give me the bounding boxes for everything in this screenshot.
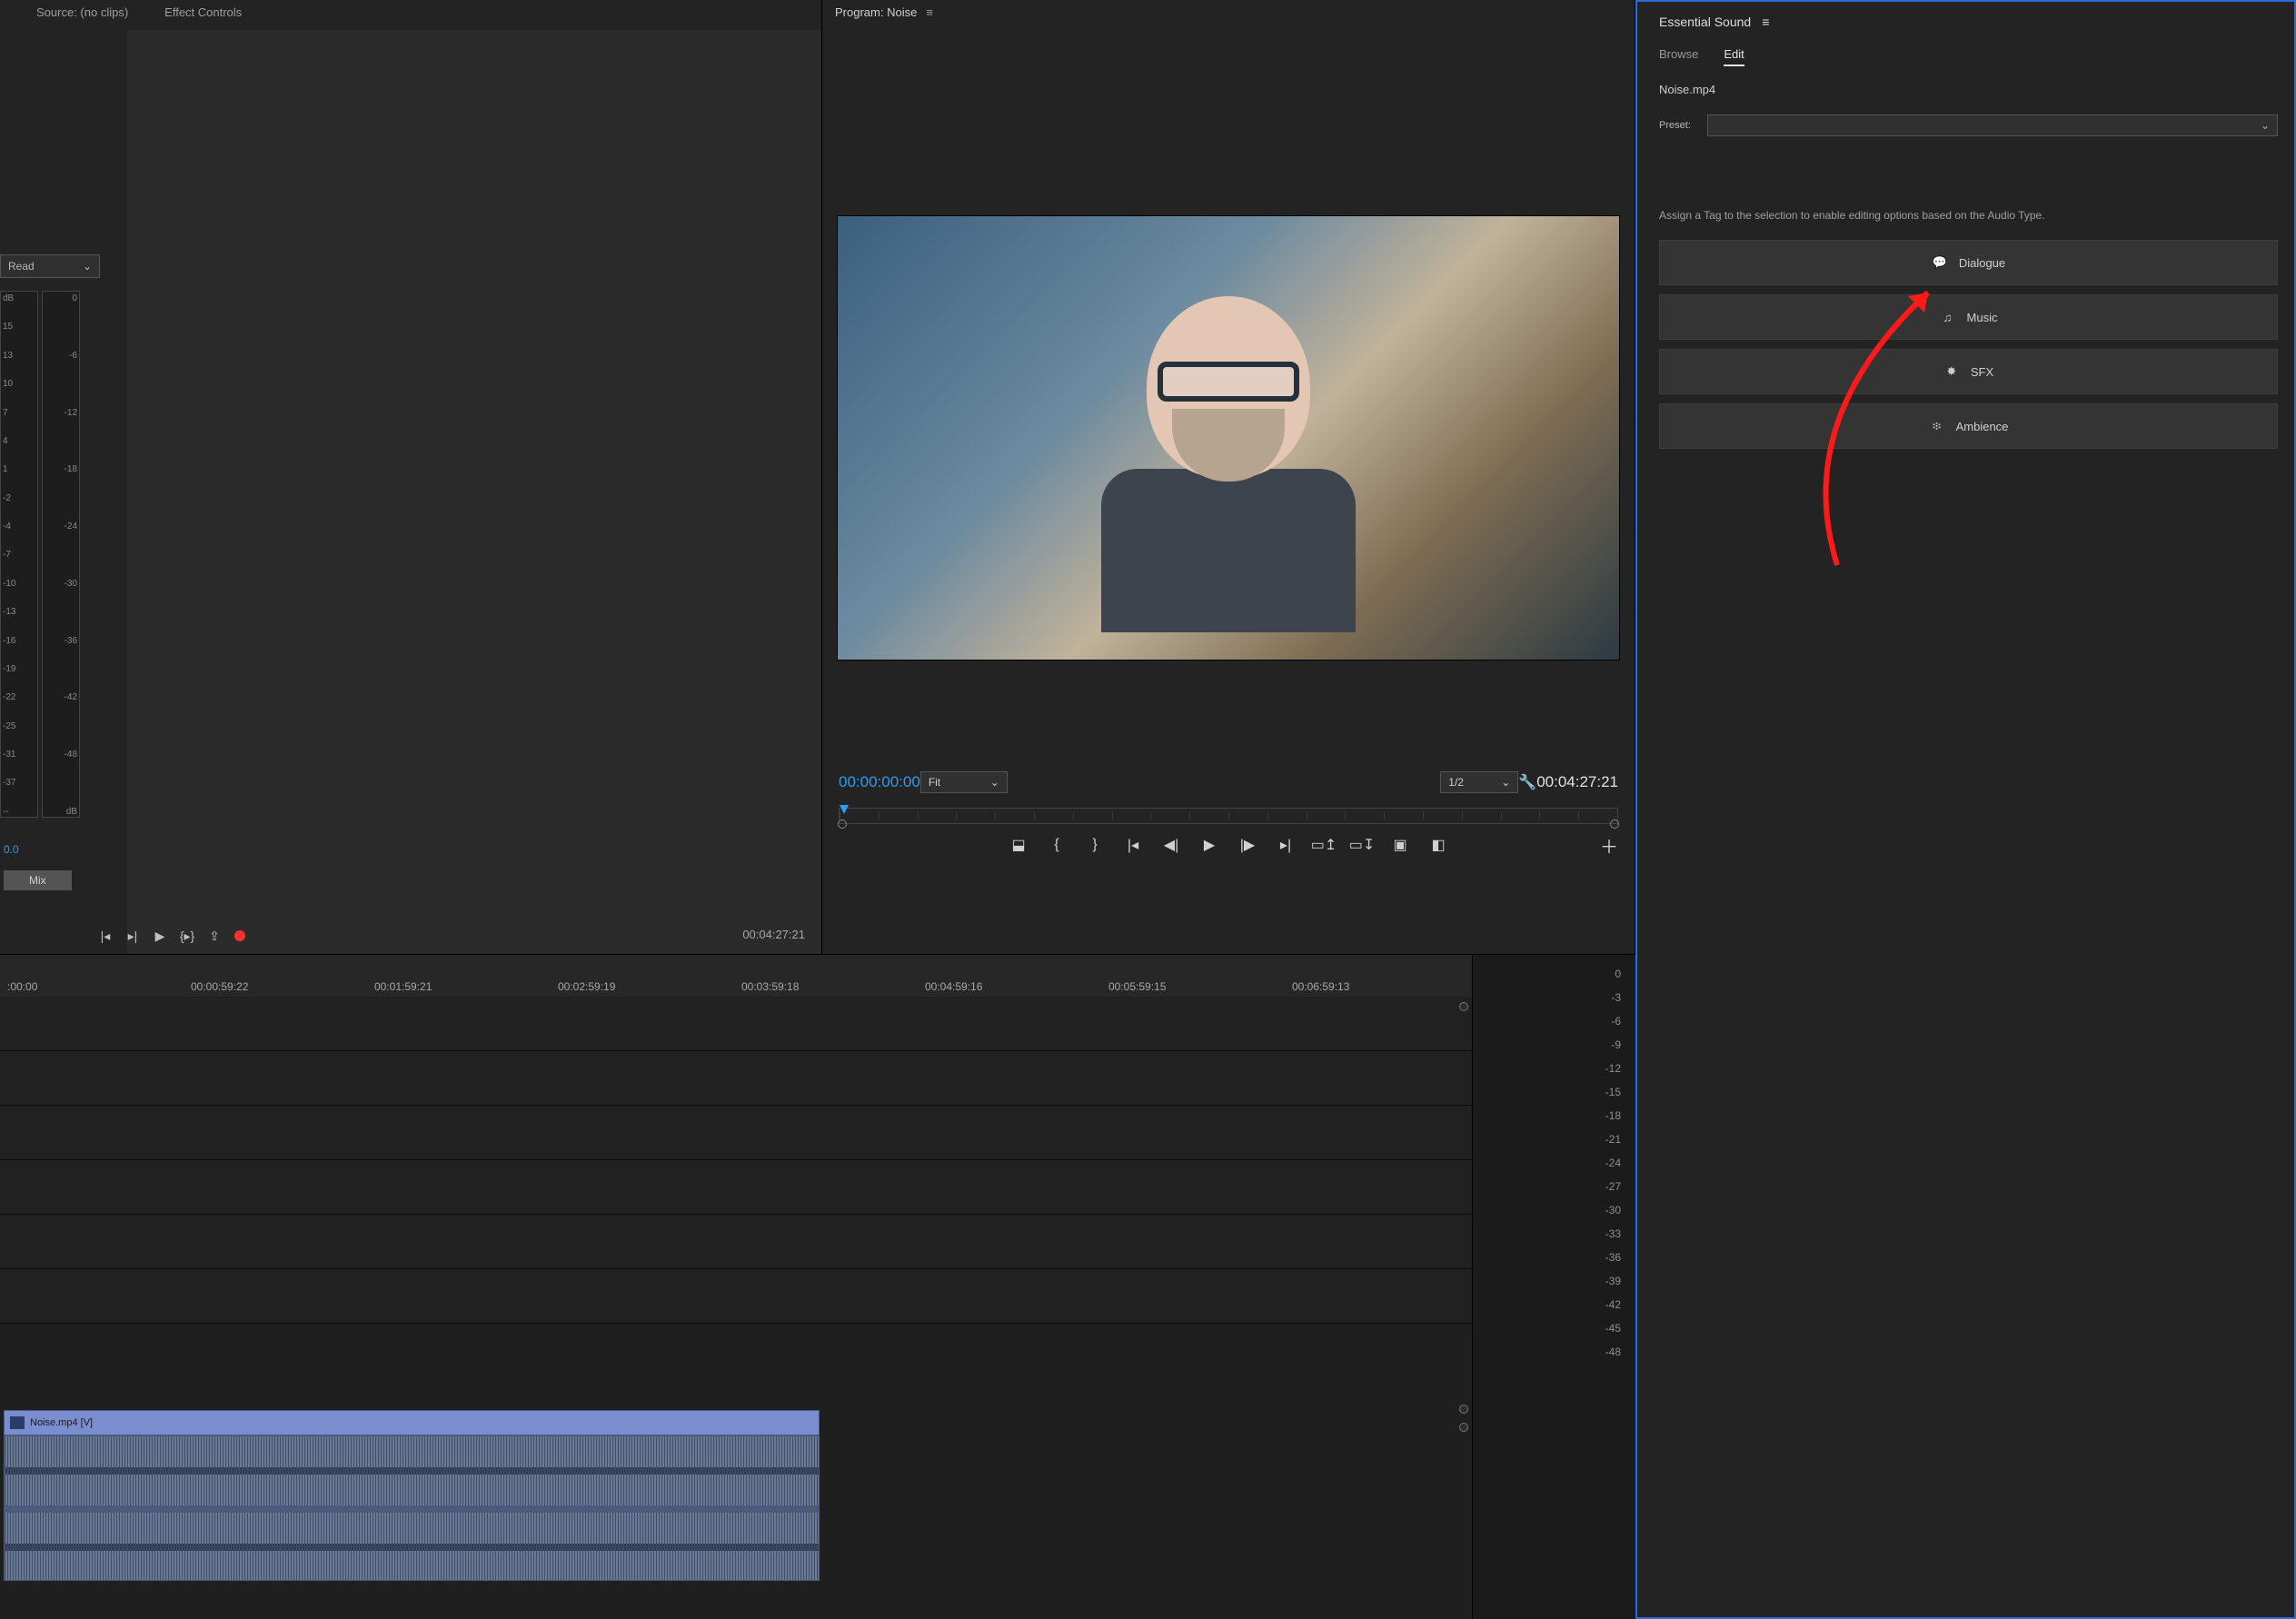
audio-clip[interactable] bbox=[4, 1435, 820, 1581]
track-toggle-icon[interactable] bbox=[1459, 1405, 1468, 1414]
marker-in-icon[interactable]: ⬓ bbox=[1010, 837, 1027, 853]
ruler-tick-label: 00:06:59:13 bbox=[1292, 980, 1349, 993]
step-back-icon[interactable]: ◀| bbox=[1163, 837, 1179, 853]
ruler-tick-label: 00:04:59:16 bbox=[925, 980, 982, 993]
timeline-tracks[interactable]: Noise.mp4 [V] bbox=[0, 997, 1472, 1619]
play-icon[interactable]: ▶ bbox=[153, 929, 167, 943]
timeline-main: :00:00 00:00:59:22 00:01:59:21 00:02:59:19 0… bbox=[0, 955, 1472, 1619]
essential-sound-title: Essential Sound bbox=[1659, 15, 1751, 29]
zoom-fit-dropdown[interactable]: Fit ⌄ bbox=[920, 771, 1008, 793]
compare-icon[interactable]: ◧ bbox=[1430, 837, 1446, 853]
video-frame-content bbox=[1092, 296, 1365, 632]
source-monitor-body bbox=[127, 30, 821, 954]
tab-source[interactable]: Source: (no clips) bbox=[36, 5, 128, 19]
tag-ambience-label: Ambience bbox=[1956, 420, 2009, 433]
chevron-down-icon: ⌄ bbox=[2261, 119, 2270, 132]
master-meter-scale: 0-3-6-9-12-15-18-21-24-27-30-33-36-39-42… bbox=[1472, 955, 1635, 1619]
track-toggle-icon[interactable] bbox=[1459, 1423, 1468, 1432]
tab-browse[interactable]: Browse bbox=[1659, 47, 1698, 66]
play-icon[interactable]: ▶ bbox=[1201, 837, 1218, 853]
selected-clip-name: Noise.mp4 bbox=[1659, 75, 2278, 109]
source-duration: 00:04:27:21 bbox=[742, 928, 805, 941]
tag-music-button[interactable]: ♫ Music bbox=[1659, 294, 2278, 340]
program-title: Program: Noise bbox=[835, 5, 917, 19]
timeline-ruler[interactable]: :00:00 00:00:59:22 00:01:59:21 00:02:59:19 0… bbox=[0, 955, 1472, 997]
tab-edit[interactable]: Edit bbox=[1724, 47, 1744, 66]
video-clip[interactable]: Noise.mp4 [V] bbox=[4, 1410, 820, 1435]
waveform-left bbox=[5, 1436, 819, 1505]
program-duration: 00:04:27:21 bbox=[1536, 773, 1618, 791]
video-clip-label: Noise.mp4 [V] bbox=[30, 1417, 93, 1428]
sfx-icon: ✸ bbox=[1943, 363, 1960, 380]
meter-right: 0-6-12-18-24-30-36-42-48dB bbox=[42, 291, 80, 818]
tag-hint-text: Assign a Tag to the selection to enable … bbox=[1659, 154, 2278, 240]
chevron-down-icon: ⌄ bbox=[990, 776, 999, 789]
track-toggle-icon[interactable] bbox=[1459, 1002, 1468, 1011]
program-scrub-bar[interactable] bbox=[839, 808, 1618, 824]
in-knob-icon[interactable] bbox=[838, 819, 847, 829]
tag-sfx-label: SFX bbox=[1971, 365, 1993, 379]
playback-resolution-dropdown[interactable]: 1/2 ⌄ bbox=[1440, 771, 1518, 793]
automation-mode-dropdown[interactable]: Read ⌄ bbox=[0, 254, 100, 278]
mix-track-label[interactable]: Mix bbox=[4, 870, 72, 890]
fx-badge-icon bbox=[10, 1416, 25, 1429]
mark-in-icon[interactable]: { bbox=[1049, 837, 1065, 853]
panel-menu-icon[interactable]: ≡ bbox=[1762, 15, 1769, 29]
ambience-icon: ፨ bbox=[1929, 418, 1945, 434]
extract-icon[interactable]: ▭↧ bbox=[1354, 837, 1370, 853]
loop-icon[interactable]: {▸} bbox=[180, 929, 194, 943]
pan-value: 0.0 bbox=[4, 843, 19, 856]
ruler-tick-label: 00:02:59:19 bbox=[558, 980, 615, 993]
export-frame-icon[interactable]: ▣ bbox=[1392, 837, 1408, 853]
program-transport: ⬓ { } |◂ ◀| ▶ |▶ ▸| ▭↥ ▭↧ ▣ ◧ ＋ bbox=[822, 828, 1635, 857]
ruler-tick-label: 00:00:59:22 bbox=[191, 980, 248, 993]
preset-dropdown[interactable]: ⌄ bbox=[1707, 114, 2278, 136]
preset-label: Preset: bbox=[1659, 120, 1691, 131]
tag-dialogue-label: Dialogue bbox=[1959, 256, 2005, 270]
program-timecode[interactable]: 00:00:00:00 bbox=[839, 773, 920, 791]
export-icon[interactable]: ⇪ bbox=[207, 929, 222, 943]
tab-effect-controls[interactable]: Effect Controls bbox=[164, 5, 242, 19]
source-transport: |◂ ▸| ▶ {▸} ⇪ bbox=[98, 929, 245, 943]
chevron-down-icon: ⌄ bbox=[83, 260, 92, 273]
ruler-tick-label: 00:03:59:18 bbox=[741, 980, 799, 993]
playback-resolution-value: 1/2 bbox=[1448, 776, 1464, 789]
go-to-out-icon[interactable]: ▸| bbox=[125, 929, 140, 943]
go-to-in-icon[interactable]: |◂ bbox=[98, 929, 113, 943]
out-knob-icon[interactable] bbox=[1610, 819, 1619, 829]
tag-dialogue-button[interactable]: 💬 Dialogue bbox=[1659, 240, 2278, 285]
go-to-out-icon[interactable]: ▸| bbox=[1277, 837, 1294, 853]
program-panel: Program: Noise ≡ 00:00:00:00 Fit ⌄ 1/2 ⌄… bbox=[822, 0, 1635, 954]
step-forward-icon[interactable]: |▶ bbox=[1239, 837, 1256, 853]
source-panel: Source: (no clips) Effect Controls Read … bbox=[0, 0, 822, 954]
zoom-fit-value: Fit bbox=[929, 776, 940, 789]
timeline-panel: :00:00 00:00:59:22 00:01:59:21 00:02:59:19 0… bbox=[0, 954, 1635, 1619]
ruler-tick-label: 00:01:59:21 bbox=[374, 980, 432, 993]
waveform-right bbox=[5, 1513, 819, 1581]
tag-sfx-button[interactable]: ✸ SFX bbox=[1659, 349, 2278, 394]
chevron-down-icon: ⌄ bbox=[1501, 776, 1510, 789]
go-to-in-icon[interactable]: |◂ bbox=[1125, 837, 1141, 853]
essential-sound-panel: Essential Sound ≡ Browse Edit Noise.mp4 … bbox=[1635, 0, 2296, 1619]
dialogue-icon: 💬 bbox=[1932, 254, 1948, 271]
tag-music-label: Music bbox=[1967, 311, 1998, 324]
meter-left: dB151310741-2-4-7-10-13-16-19-22-25-31-3… bbox=[0, 291, 38, 818]
program-preview[interactable] bbox=[837, 215, 1620, 661]
tag-ambience-button[interactable]: ፨ Ambience bbox=[1659, 403, 2278, 449]
lift-icon[interactable]: ▭↥ bbox=[1316, 837, 1332, 853]
ruler-tick-label: :00:00 bbox=[7, 980, 37, 993]
button-editor-icon[interactable]: ＋ bbox=[1600, 832, 1618, 859]
settings-icon[interactable]: 🔧 bbox=[1518, 773, 1536, 791]
music-icon: ♫ bbox=[1940, 309, 1956, 325]
panel-menu-icon[interactable]: ≡ bbox=[926, 5, 933, 19]
record-icon[interactable] bbox=[234, 930, 245, 941]
mark-out-icon[interactable]: } bbox=[1087, 837, 1103, 853]
audio-meters: dB151310741-2-4-7-10-13-16-19-22-25-31-3… bbox=[0, 291, 80, 818]
ruler-tick-label: 00:05:59:15 bbox=[1108, 980, 1166, 993]
automation-mode-value: Read bbox=[8, 260, 35, 273]
